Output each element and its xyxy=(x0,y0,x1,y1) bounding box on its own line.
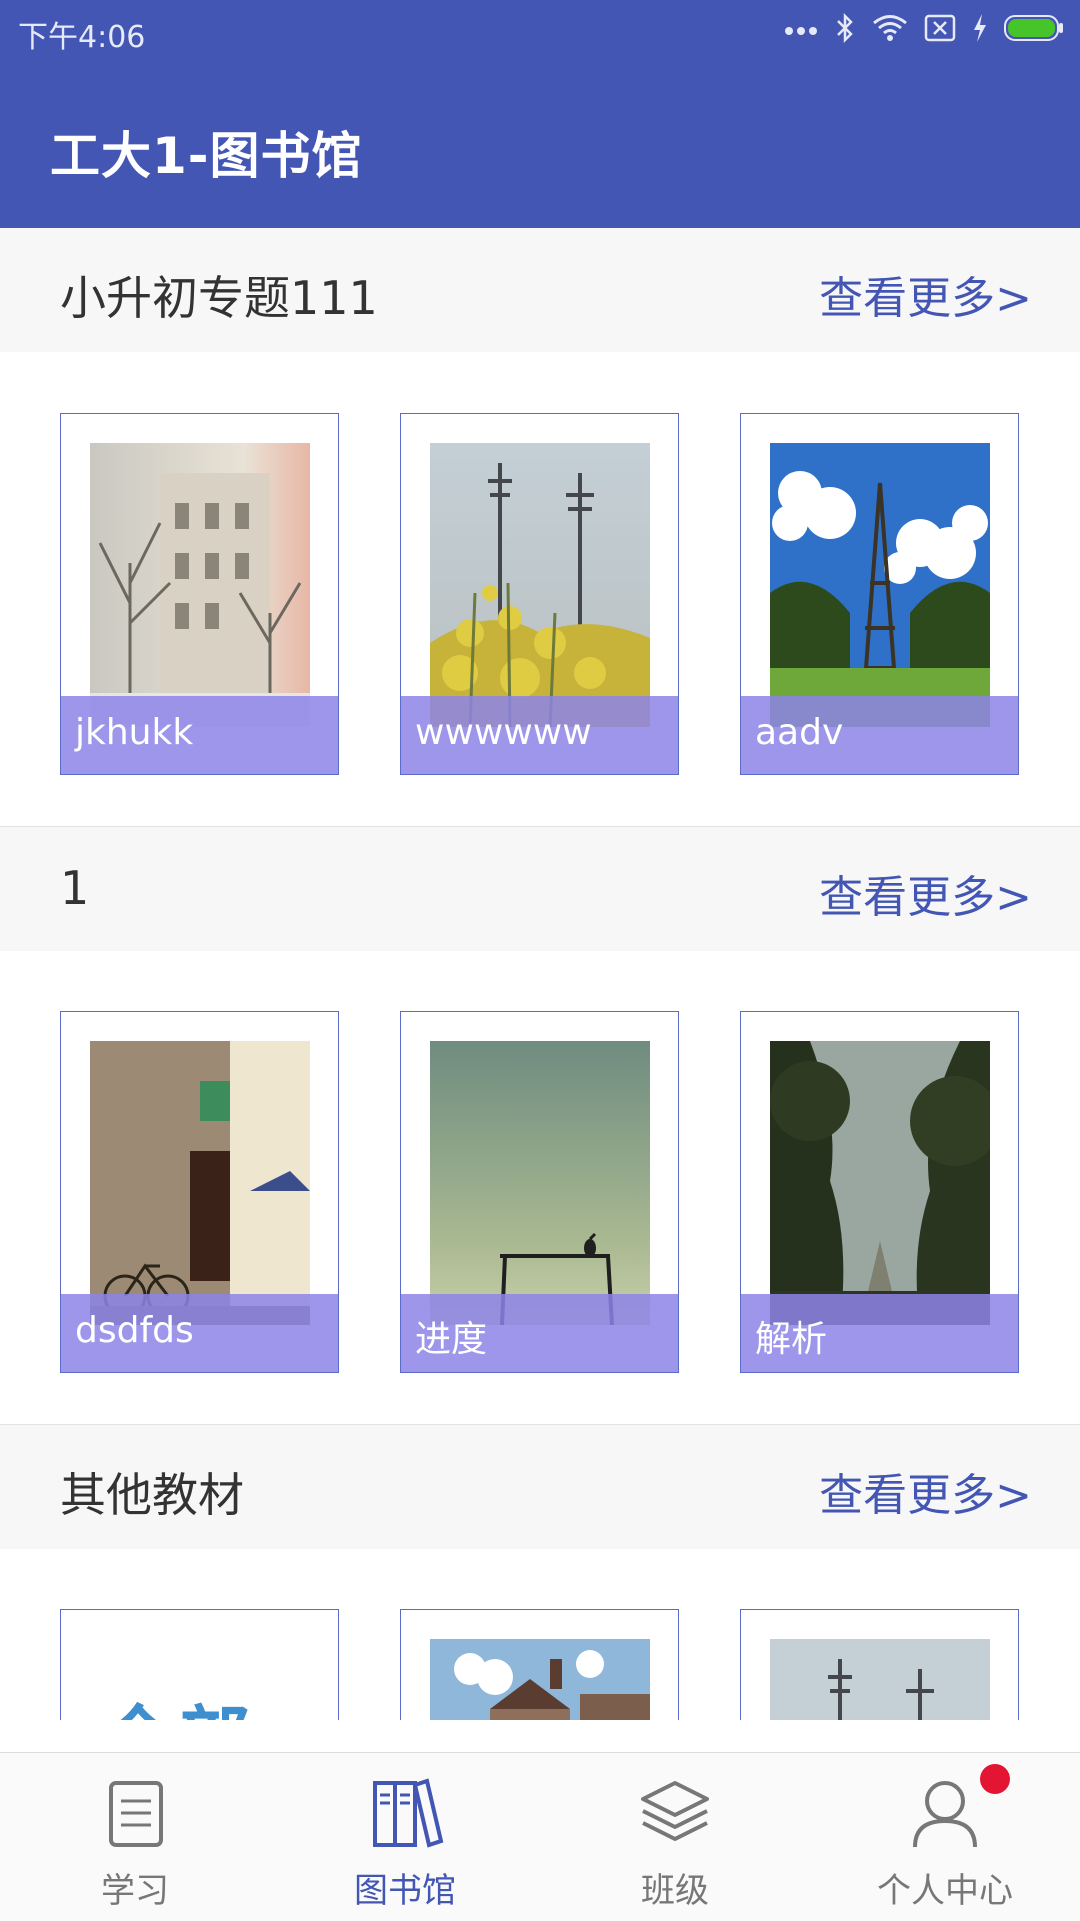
cover-text: 全部 xyxy=(102,1681,254,1720)
book-card[interactable]: dsdfds xyxy=(60,1011,339,1373)
nav-item-study[interactable]: 学习 xyxy=(0,1753,270,1921)
battery-icon xyxy=(1004,14,1064,46)
status-bar: 下午4:06 xyxy=(0,0,1080,60)
more-dots-icon xyxy=(784,21,818,40)
nav-item-library[interactable]: 图书馆 xyxy=(270,1753,540,1921)
book-cover-image xyxy=(90,443,310,727)
book-card[interactable]: 解析 xyxy=(740,1011,1019,1373)
book-cover-image xyxy=(430,443,650,727)
section-topic: 其他教材 查看更多> 全部 xyxy=(0,1424,1080,1720)
library-content[interactable]: 小升初专题111 查看更多> jkhukk wwwwww aadv 1 查看更多… xyxy=(0,228,1080,1720)
section-topic: 小升初专题111 查看更多> jkhukk wwwwww aadv xyxy=(0,228,1080,828)
book-card[interactable]: wwwwww xyxy=(400,413,679,775)
nav-label: 个人中心 xyxy=(877,1871,1013,1911)
person-icon xyxy=(905,1773,985,1853)
book-title: aadv xyxy=(741,696,1018,774)
book-title: jkhukk xyxy=(61,696,338,774)
bluetooth-icon xyxy=(834,12,856,48)
book-cover-image xyxy=(770,1041,990,1325)
book-cover-image xyxy=(90,1041,310,1325)
book-title: wwwwww xyxy=(401,696,678,774)
notification-badge xyxy=(980,1764,1010,1794)
nav-label: 班级 xyxy=(641,1871,709,1911)
section-title: 1 xyxy=(60,861,90,915)
books-icon xyxy=(365,1773,445,1853)
book-cover-image: 全部 xyxy=(90,1639,310,1720)
section-header: 其他教材 查看更多> xyxy=(0,1424,1080,1549)
app-bar: 工大1-图书馆 xyxy=(0,60,1080,228)
book-title: 进度 xyxy=(401,1294,678,1372)
bottom-nav: 学习 图书馆 班级 个人中心 xyxy=(0,1752,1080,1921)
book-title: dsdfds xyxy=(61,1294,338,1372)
document-icon xyxy=(95,1773,175,1853)
wifi-icon xyxy=(872,14,908,46)
section-title: 其他教材 xyxy=(60,1468,244,1522)
book-cover-image xyxy=(430,1639,650,1720)
nav-label: 学习 xyxy=(101,1871,169,1911)
section-header: 小升初专题111 查看更多> xyxy=(0,228,1080,352)
book-cover-image xyxy=(770,1639,990,1720)
view-more-link[interactable]: 查看更多> xyxy=(819,262,1032,326)
book-cover-image xyxy=(770,443,990,727)
nav-item-profile[interactable]: 个人中心 xyxy=(810,1753,1080,1921)
nav-label: 图书馆 xyxy=(354,1871,456,1911)
book-card[interactable] xyxy=(740,1609,1019,1720)
nav-item-class[interactable]: 班级 xyxy=(540,1753,810,1921)
page-title: 工大1-图书馆 xyxy=(50,127,363,185)
section-header: 1 查看更多> xyxy=(0,826,1080,951)
layers-icon xyxy=(635,1773,715,1853)
book-cover-image xyxy=(430,1041,650,1325)
charging-icon xyxy=(972,13,988,47)
book-card[interactable]: aadv xyxy=(740,413,1019,775)
status-time: 下午4:06 xyxy=(18,20,146,55)
status-icons xyxy=(784,10,1064,50)
section-title: 小升初专题111 xyxy=(60,271,378,325)
book-card[interactable]: 进度 xyxy=(400,1011,679,1373)
view-more-link[interactable]: 查看更多> xyxy=(819,1459,1032,1523)
book-card[interactable] xyxy=(400,1609,679,1720)
view-more-link[interactable]: 查看更多> xyxy=(819,861,1032,925)
book-title: 解析 xyxy=(741,1294,1018,1372)
section-topic: 1 查看更多> dsdfds 进度 解析 xyxy=(0,826,1080,1426)
no-sim-icon xyxy=(924,14,956,46)
book-card[interactable]: 全部 xyxy=(60,1609,339,1720)
book-card[interactable]: jkhukk xyxy=(60,413,339,775)
